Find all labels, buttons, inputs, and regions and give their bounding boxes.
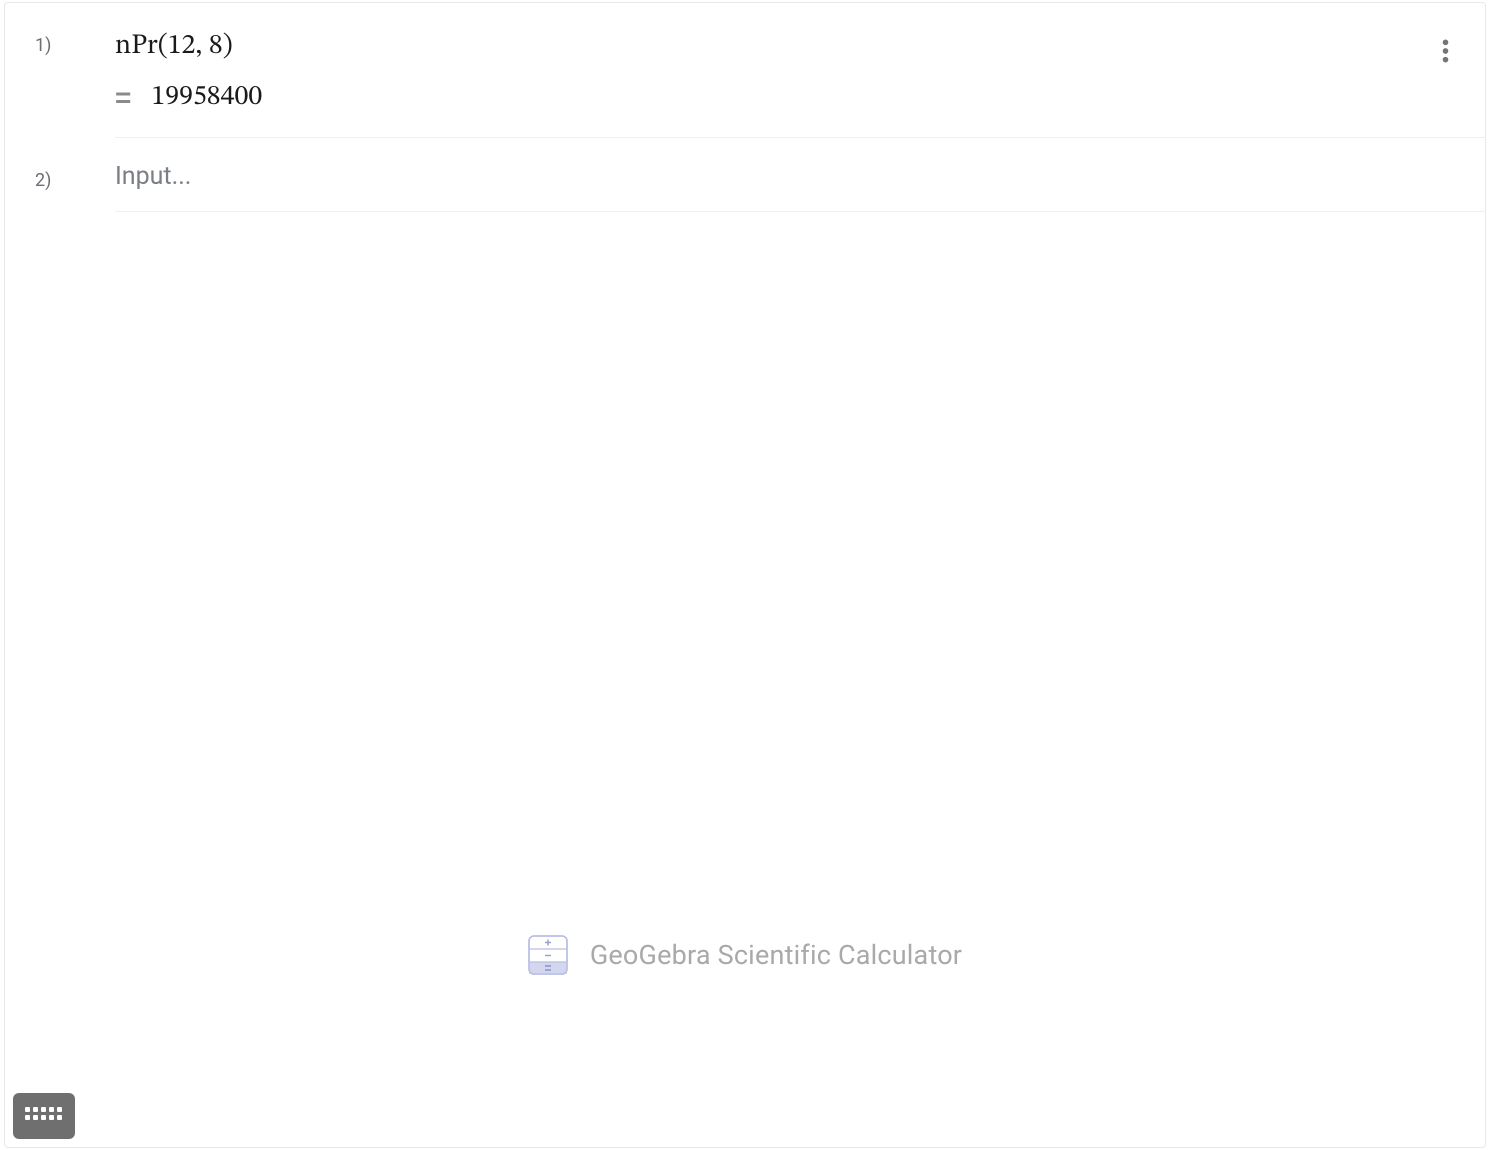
keyboard-icon bbox=[23, 1104, 65, 1128]
equals-sign: = bbox=[115, 82, 131, 114]
watermark-text: GeoGebra Scientific Calculator bbox=[590, 939, 962, 971]
more-vertical-icon bbox=[1442, 38, 1449, 64]
more-menu-button[interactable] bbox=[1427, 33, 1463, 69]
watermark: GeoGebra Scientific Calculator bbox=[5, 935, 1485, 975]
history-row: 1) nPr(12, 8) = 19958400 bbox=[5, 3, 1485, 137]
row-divider bbox=[115, 211, 1485, 212]
result-value: 19958400 bbox=[151, 80, 262, 115]
input-field[interactable]: Input... bbox=[115, 158, 1405, 211]
row-index-label: 1) bbox=[5, 23, 115, 56]
result-line: = 19958400 bbox=[115, 74, 1315, 125]
keyboard-toggle-button[interactable] bbox=[13, 1093, 75, 1139]
row-index-label: 2) bbox=[5, 158, 115, 191]
input-row: 2) Input... bbox=[5, 138, 1485, 211]
expression-text: nPr(12, 8) bbox=[115, 23, 1315, 74]
row-content[interactable]: nPr(12, 8) = 19958400 bbox=[115, 23, 1405, 137]
calculator-app-icon bbox=[528, 935, 568, 975]
calculator-panel: 1) nPr(12, 8) = 19958400 2) Input... bbox=[4, 2, 1486, 1148]
input-placeholder: Input... bbox=[115, 158, 1315, 199]
